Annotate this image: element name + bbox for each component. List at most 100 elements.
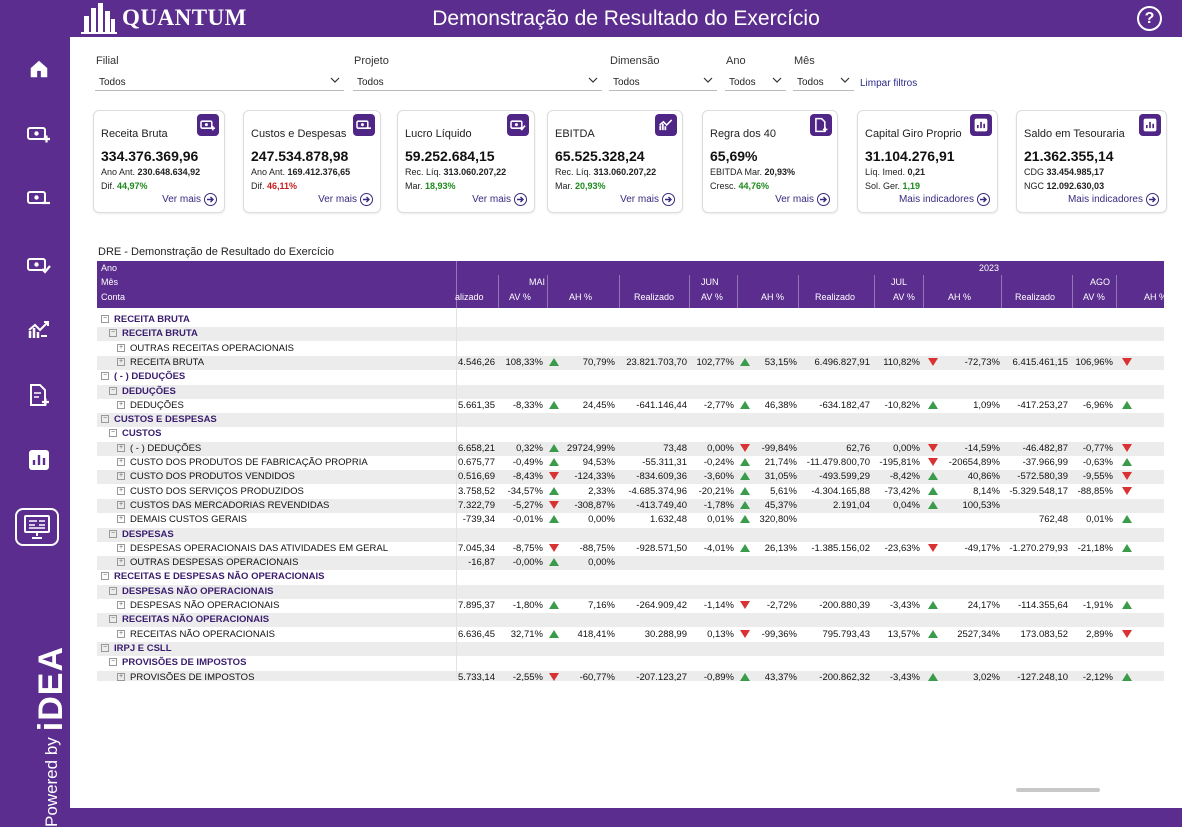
collapse-icon[interactable]: − <box>109 329 117 338</box>
header-column: AH % <box>1144 292 1164 302</box>
cell-value: -493.599,29 <box>819 471 870 483</box>
expand-icon[interactable]: + <box>117 500 125 509</box>
expand-icon[interactable]: + <box>117 672 125 681</box>
nav-revenue[interactable] <box>24 119 54 149</box>
arrow-down-icon <box>549 472 559 481</box>
kpi-card-link[interactable]: Ver mais <box>162 193 217 206</box>
expand-icon[interactable]: + <box>117 458 125 466</box>
cell-value: -8,33% <box>512 399 543 411</box>
cell-value: -23,63% <box>884 542 920 554</box>
nav-reports[interactable] <box>24 380 54 410</box>
arrow-down-icon <box>1122 472 1132 481</box>
expand-icon[interactable]: + <box>117 629 125 638</box>
collapse-icon[interactable]: − <box>109 529 117 538</box>
kpi-card-title: Receita Bruta <box>101 128 168 140</box>
clear-filters-link[interactable]: Limpar filtros <box>860 78 917 89</box>
kpi-card: Custos e Despesas 247.534.878,98 Ano Ant. … <box>243 110 381 213</box>
cell-value: -73,42% <box>884 485 920 497</box>
expand-icon[interactable]: + <box>117 558 125 567</box>
kpi-link-label: Ver mais <box>775 194 814 205</box>
arrow-down-icon <box>549 543 559 552</box>
header-column: AV % <box>509 292 531 302</box>
cell-value: -16,87 <box>468 557 495 569</box>
filter-label-filial: Filial <box>96 55 119 67</box>
horizontal-scrollbar[interactable] <box>1016 788 1100 792</box>
kpi-sub1-label: Rec. Líq. <box>555 167 592 177</box>
kpi-card-sub1: Ano Ant. 169.412.376,65 <box>251 167 350 177</box>
nav-dre[interactable] <box>15 508 59 546</box>
kpi-sub1-label: CDG <box>1024 167 1044 177</box>
mes-select[interactable]: Todos <box>793 72 854 91</box>
nav-home[interactable] <box>24 54 54 84</box>
expand-icon[interactable]: + <box>117 357 125 366</box>
cell-value: 0.675,77 <box>458 457 495 468</box>
expand-icon[interactable]: + <box>117 343 125 352</box>
cell-value: 5.733,14 <box>458 671 495 682</box>
cell-value: 2,33% <box>588 485 615 497</box>
kpi-link-label: Ver mais <box>620 194 659 205</box>
subgroup-row: − RECEITA BRUTA <box>97 327 1164 342</box>
dimensao-select[interactable]: Todos <box>609 72 717 91</box>
cell-value: -2,55% <box>512 671 543 682</box>
collapse-icon[interactable]: − <box>101 643 109 652</box>
arrow-right-circle-icon <box>204 193 217 206</box>
expand-icon[interactable]: + <box>117 543 125 552</box>
expand-icon[interactable]: + <box>117 486 125 495</box>
projeto-select[interactable]: Todos <box>353 72 602 91</box>
filter-label-projeto: Projeto <box>354 55 389 67</box>
ano-select[interactable]: Todos <box>725 72 786 91</box>
collapse-icon[interactable]: − <box>109 429 117 438</box>
collapse-icon[interactable]: − <box>101 315 109 323</box>
filial-select[interactable]: Todos <box>95 72 344 91</box>
kpi-card: Receita Bruta 334.376.369,96 Ano Ant. 230.… <box>93 110 225 213</box>
kpi-card-link[interactable]: Mais indicadores <box>1068 193 1159 206</box>
expand-icon[interactable]: + <box>117 400 125 409</box>
collapse-icon[interactable]: − <box>109 658 117 667</box>
kpi-card-title: Capital Giro Proprio <box>865 128 962 140</box>
kpi-card-link[interactable]: Ver mais <box>318 193 373 206</box>
nav-profit[interactable] <box>24 250 54 280</box>
kpi-sub2-value: 12.092.630,03 <box>1046 181 1105 191</box>
cell-value: -20654,89% <box>948 457 1000 468</box>
nav-indicators[interactable] <box>24 445 54 475</box>
bar-chart-icon <box>1143 118 1157 132</box>
collapse-icon[interactable]: − <box>109 386 117 395</box>
kpi-card-link[interactable]: Ver mais <box>620 193 675 206</box>
cell-value: -4.304.165,88 <box>811 485 870 497</box>
collapse-icon[interactable]: − <box>101 372 109 381</box>
kpi-card-icon <box>655 114 677 136</box>
expand-icon[interactable]: + <box>117 601 125 609</box>
collapse-icon[interactable]: − <box>101 572 109 581</box>
document-add-icon <box>814 117 828 133</box>
collapse-icon[interactable]: − <box>109 586 117 595</box>
header-separator <box>547 275 548 308</box>
cell-value: -2,72% <box>766 600 797 611</box>
kpi-card-icon <box>507 114 529 136</box>
collapse-icon[interactable]: − <box>101 415 109 424</box>
cell-value: 23.821.703,70 <box>626 356 687 368</box>
nav-ebitda[interactable] <box>24 315 54 345</box>
cell-value: -1.270.279,93 <box>1009 542 1068 554</box>
expand-icon[interactable]: + <box>117 443 125 452</box>
cell-value: 3.758,52 <box>458 485 495 497</box>
collapse-icon[interactable]: − <box>109 615 117 624</box>
help-button[interactable]: ? <box>1137 6 1162 31</box>
kpi-card-icon <box>970 114 992 136</box>
table-row: + DEDUÇÕES 5.661,35 -8,33% 24,45% -641.146,44… <box>97 399 1164 413</box>
kpi-card-link[interactable]: Ver mais <box>775 193 830 206</box>
arrow-down-icon <box>549 672 559 681</box>
kpi-card-title: Custos e Despesas <box>251 128 347 140</box>
cell-value: -641.146,44 <box>636 399 687 411</box>
cell-value: -0,49% <box>512 457 543 468</box>
nav-expenses[interactable] <box>24 183 54 213</box>
cell-value: 0,04% <box>893 499 920 511</box>
kpi-card-link[interactable]: Mais indicadores <box>899 193 990 206</box>
table-row: + DESPESAS OPERACIONAIS DAS ATIVIDADES EM… <box>97 542 1164 556</box>
arrow-up-icon <box>1122 601 1132 609</box>
kpi-card-link[interactable]: Ver mais <box>472 193 527 206</box>
cell-value: -99,84% <box>761 442 797 454</box>
expand-icon[interactable]: + <box>117 515 125 524</box>
cell-value: 0,01% <box>1086 514 1113 526</box>
expand-icon[interactable]: + <box>117 472 125 481</box>
kpi-card-title: Regra dos 40 <box>710 128 777 140</box>
